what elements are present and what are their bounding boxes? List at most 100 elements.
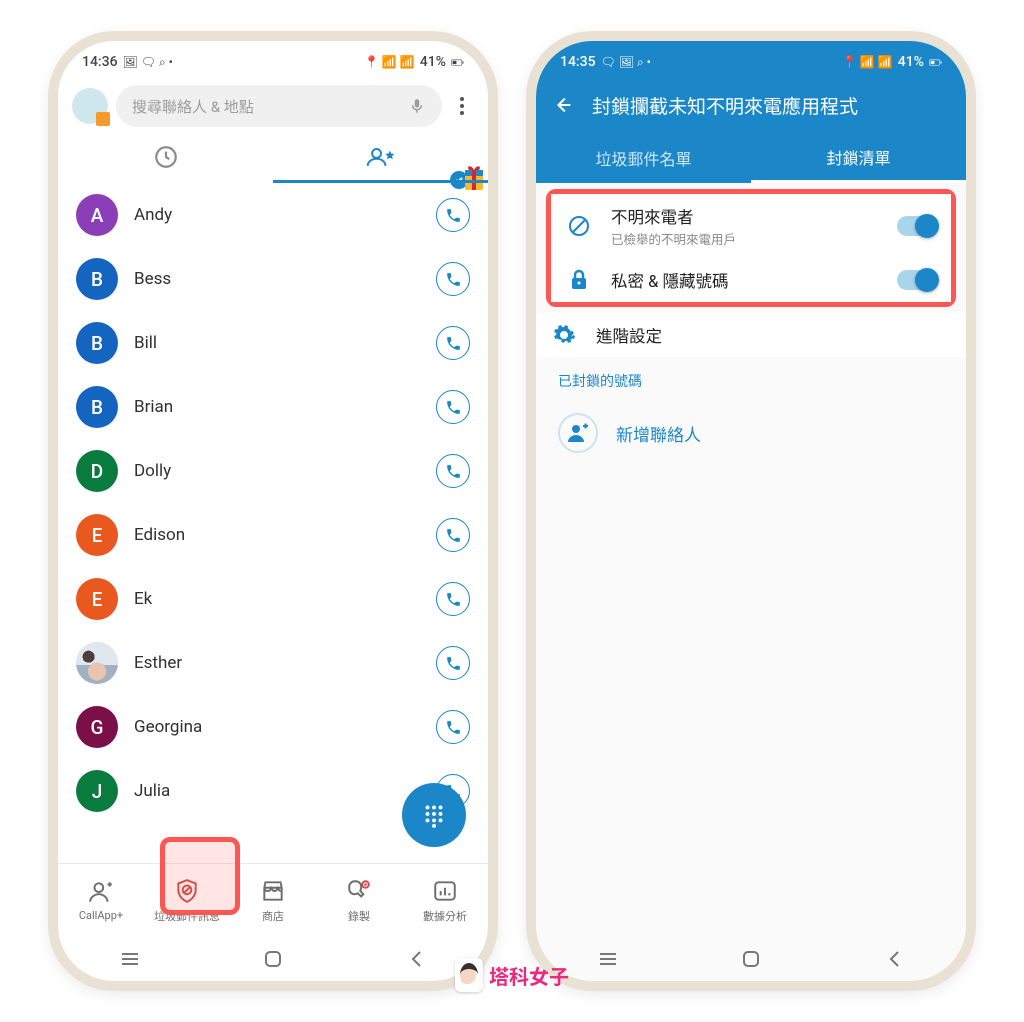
status-icons-right: 📍 📶 📶 <box>842 55 893 69</box>
setting-title: 不明來電者 <box>611 204 879 228</box>
tab-contacts[interactable] <box>273 131 488 183</box>
contact-name: Bill <box>134 333 420 353</box>
contact-avatar: D <box>76 450 118 492</box>
block-icon <box>565 214 593 238</box>
profile-avatar[interactable] <box>72 88 108 124</box>
contact-name: Georgina <box>134 717 420 737</box>
contact-row[interactable]: B Brian <box>58 375 488 439</box>
contact-row[interactable]: BBill <box>58 311 488 375</box>
watermark-text: 塔科女子 <box>489 961 569 990</box>
watermark-avatar-icon <box>455 958 483 992</box>
call-button[interactable] <box>436 326 470 360</box>
tab-spam-list[interactable]: 垃圾郵件名單 <box>536 133 751 183</box>
toggle-unknown-callers[interactable] <box>897 216 937 236</box>
overflow-menu[interactable] <box>450 91 474 121</box>
contact-name: Ek <box>134 589 420 609</box>
contact-row[interactable]: E Edison <box>58 503 488 567</box>
page-title: 封鎖攔截未知不明來電應用程式 <box>592 92 858 119</box>
contact-row[interactable]: DDolly <box>58 439 488 503</box>
status-bar: 14:35 🗨 🖼 ⌕ • 📍 📶 📶 41% <box>536 41 966 77</box>
contact-row[interactable]: E Ek <box>58 567 488 631</box>
highlight-box-block-settings: 不明來電者 已檢舉的不明來電用戶 私密 & 隱藏號碼 <box>546 189 956 307</box>
status-icons-right: 📍 📶 📶 <box>364 55 415 69</box>
call-button[interactable] <box>436 198 470 232</box>
toggle-private-numbers[interactable] <box>897 270 937 290</box>
setting-subtitle: 已檢舉的不明來電用戶 <box>611 229 879 248</box>
nav-analytics[interactable]: 數據分析 <box>402 864 488 937</box>
contact-row[interactable]: A Andy <box>58 183 488 247</box>
section-blocked-numbers: 已封鎖的號碼 <box>536 357 966 399</box>
bottom-nav: CallApp+ 垃圾郵件訊息 商店 錄製 數據分析 <box>58 863 488 937</box>
android-home[interactable] <box>238 950 308 968</box>
header-tabs: 垃圾郵件名單 封鎖清單 <box>536 133 966 183</box>
tab-history[interactable] <box>58 131 273 183</box>
nav-label: 錄製 <box>348 908 370 924</box>
phone-left: 14:36 🖼 🗨 ⌕ • 📍 📶 📶 41% 搜尋聯絡人 & 地點 <box>48 31 498 991</box>
nav-label: 商店 <box>262 908 284 924</box>
contacts-list[interactable]: AAndyBBessBBillBBrianDDollyEEdisonEEkEst… <box>58 183 488 863</box>
person-plus-icon <box>88 879 114 905</box>
nav-callapp[interactable]: CallApp+ <box>58 864 144 937</box>
android-recents[interactable] <box>573 952 643 966</box>
contact-name: Julia <box>134 781 420 801</box>
status-battery: 41% <box>898 54 924 70</box>
call-button[interactable] <box>436 390 470 424</box>
call-button[interactable] <box>436 646 470 680</box>
search-input[interactable]: 搜尋聯絡人 & 地點 <box>116 85 442 127</box>
phone-right: 14:35 🗨 🖼 ⌕ • 📍 📶 📶 41% 封鎖攔截未知不明來電應用程式 垃… <box>526 31 976 991</box>
people-star-icon <box>365 144 397 170</box>
contact-avatar: G <box>76 706 118 748</box>
row-advanced-settings[interactable]: 進階設定 <box>536 313 966 357</box>
call-button[interactable] <box>436 582 470 616</box>
main-tabs <box>58 131 488 183</box>
clock-icon <box>153 144 179 170</box>
call-button[interactable] <box>436 518 470 552</box>
row-unknown-callers[interactable]: 不明來電者 已檢舉的不明來電用戶 <box>551 194 951 258</box>
nav-record[interactable]: 錄製 <box>316 864 402 937</box>
android-nav-bar <box>536 937 966 981</box>
status-battery: 41% <box>420 54 446 70</box>
contact-row[interactable]: Esther <box>58 631 488 695</box>
contact-avatar: E <box>76 578 118 620</box>
android-back[interactable] <box>381 950 451 968</box>
call-button[interactable] <box>436 262 470 296</box>
status-bar: 14:36 🖼 🗨 ⌕ • 📍 📶 📶 41% <box>58 41 488 77</box>
settings-body: 不明來電者 已檢舉的不明來電用戶 私密 & 隱藏號碼 <box>536 183 966 937</box>
contact-name: Brian <box>134 397 420 417</box>
android-recents[interactable] <box>95 952 165 966</box>
highlight-box-spam-tab <box>160 837 240 915</box>
add-contact-button[interactable]: 新增聯絡人 <box>536 399 966 467</box>
record-icon <box>346 878 372 904</box>
call-button[interactable] <box>436 710 470 744</box>
status-icons-left: 🖼 🗨 ⌕ • <box>123 55 173 70</box>
contact-avatar <box>76 642 118 684</box>
android-home[interactable] <box>716 950 786 968</box>
contact-row[interactable]: G Georgina <box>58 695 488 759</box>
call-button[interactable] <box>436 454 470 488</box>
tab-block-list[interactable]: 封鎖清單 <box>751 133 966 183</box>
lock-icon <box>565 268 593 292</box>
microphone-icon[interactable] <box>408 97 426 115</box>
dialpad-icon <box>421 802 447 828</box>
row-private-numbers[interactable]: 私密 & 隱藏號碼 <box>551 258 951 302</box>
contact-avatar: J <box>76 770 118 812</box>
gift-badge-icon[interactable] <box>444 153 488 199</box>
contact-avatar: B <box>76 258 118 300</box>
contact-name: Andy <box>134 205 420 225</box>
status-icons-left: 🗨 🖼 ⌕ • <box>601 55 651 70</box>
battery-icon <box>451 56 464 69</box>
store-icon <box>260 878 286 904</box>
contact-name: Edison <box>134 525 420 545</box>
status-time: 14:36 <box>82 54 118 70</box>
status-time: 14:35 <box>560 54 596 70</box>
tab-underline <box>273 180 488 183</box>
back-icon[interactable] <box>552 94 574 116</box>
contact-row[interactable]: BBess <box>58 247 488 311</box>
contact-avatar: E <box>76 514 118 556</box>
contact-avatar: B <box>76 386 118 428</box>
nav-store[interactable]: 商店 <box>230 864 316 937</box>
contact-avatar: A <box>76 194 118 236</box>
android-back[interactable] <box>859 950 929 968</box>
battery-icon <box>929 56 942 69</box>
dialpad-fab[interactable] <box>402 783 466 847</box>
